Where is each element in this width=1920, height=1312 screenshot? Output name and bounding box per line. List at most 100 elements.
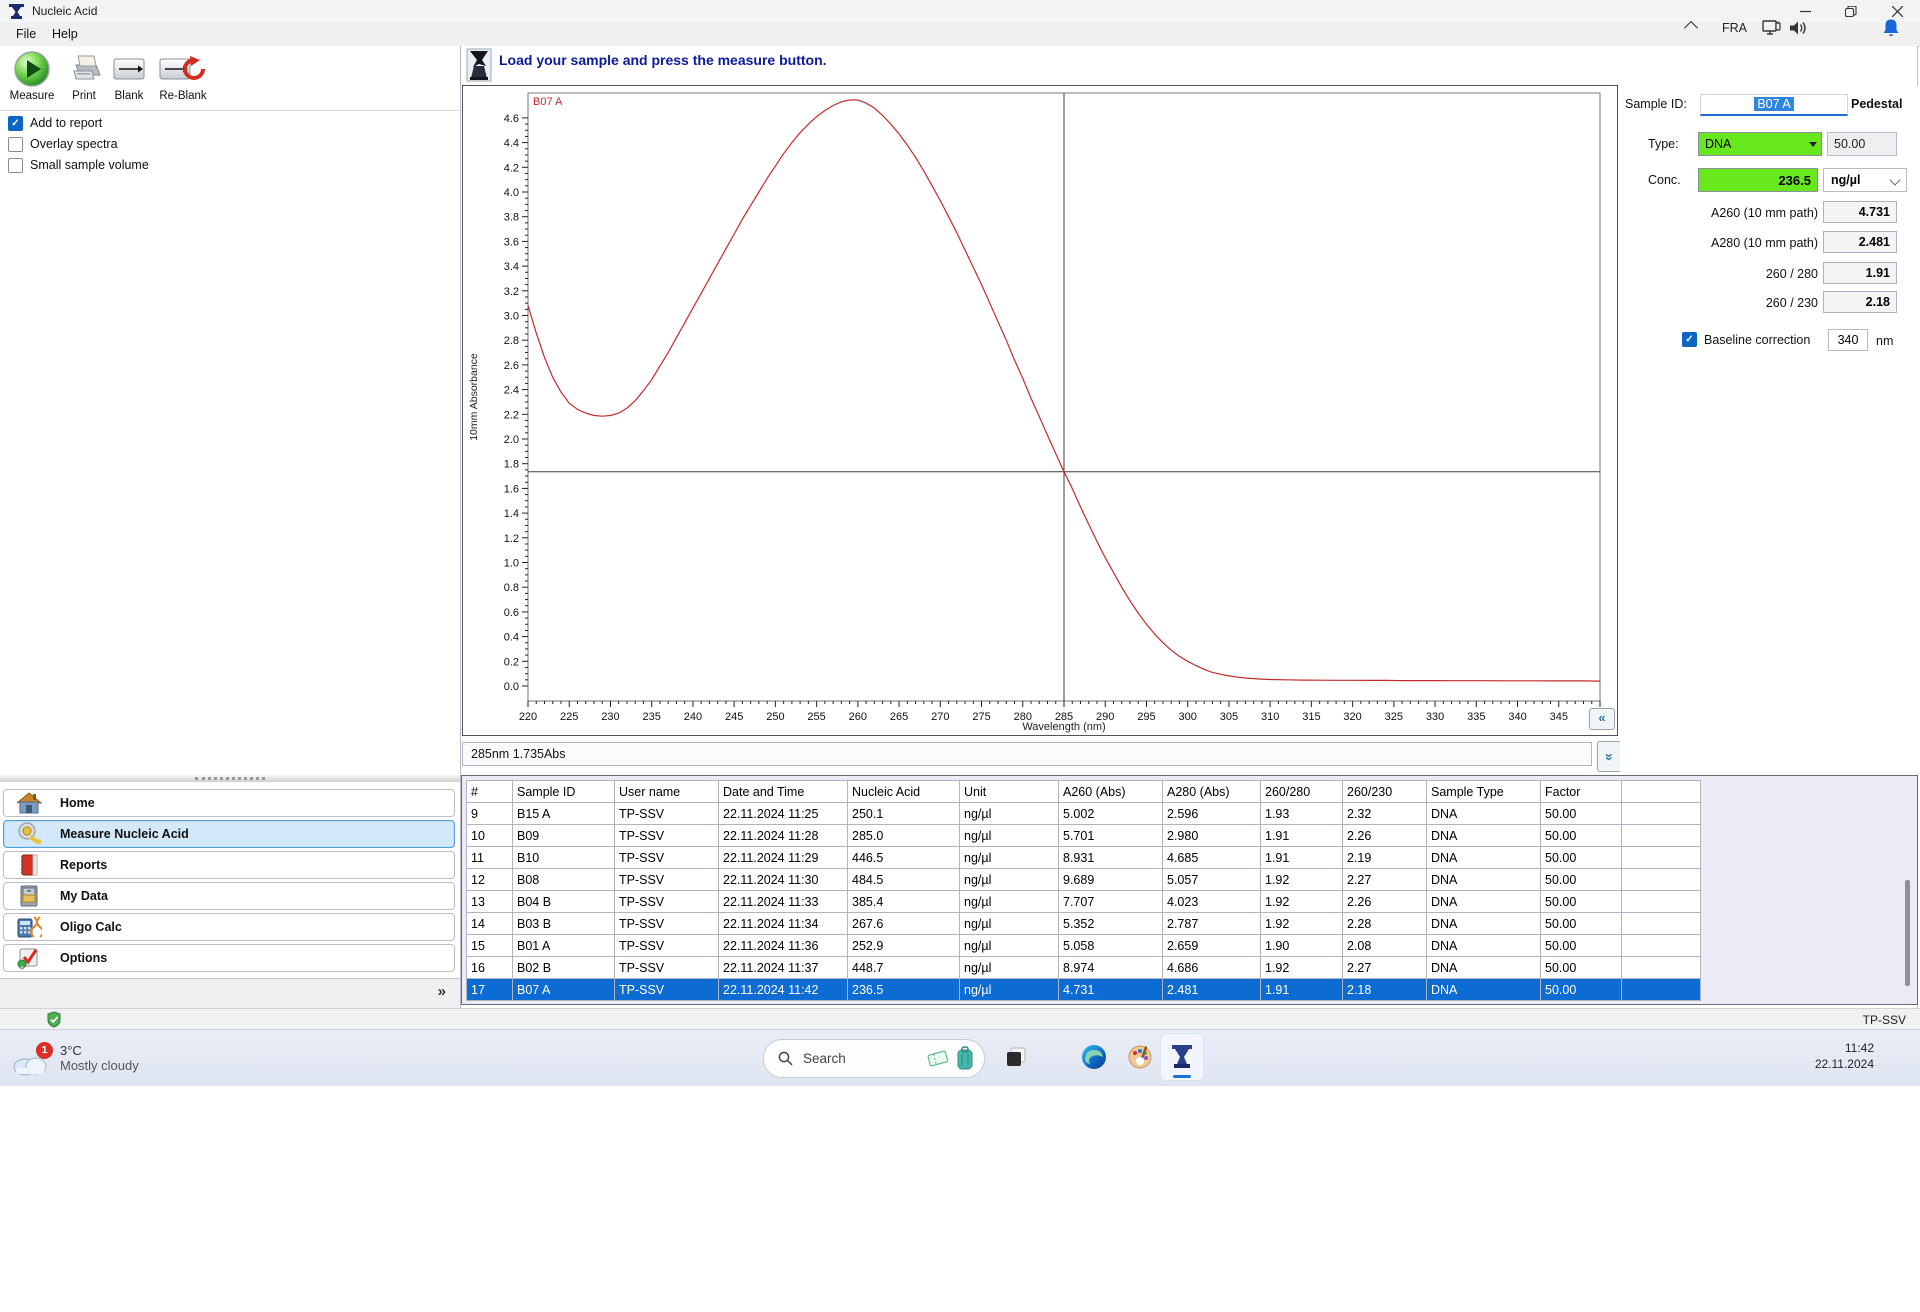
column-header[interactable]: A260 (Abs) — [1058, 780, 1163, 803]
table-row[interactable]: 12 B08 TP-SSV 22.11.2024 11:30 484.5 ng/µl 9.6… — [466, 868, 1701, 891]
spectrum-chart[interactable]: 220 225 230 235 240 245 250 255 260 265 270 275 280 2… — [462, 85, 1618, 736]
table-cell: 9.689 — [1058, 868, 1163, 891]
sidebar-item-oligo-calc[interactable]: Oligo Calc — [3, 913, 455, 941]
notification-center-button[interactable] — [1882, 0, 1900, 56]
svg-text:1.0: 1.0 — [504, 558, 519, 570]
spectrum-plot[interactable]: 220 225 230 235 240 245 250 255 260 265 270 275 280 2… — [463, 86, 1617, 735]
column-header[interactable]: Nucleic Acid — [847, 780, 960, 803]
nucleic-acid-app-button[interactable] — [1160, 1033, 1204, 1081]
blank-button[interactable]: Blank — [106, 49, 152, 102]
measure-button[interactable]: Measure — [4, 49, 60, 102]
table-cell: 50.00 — [1540, 868, 1622, 891]
column-header[interactable] — [1621, 780, 1701, 803]
baseline-correction-label: Baseline correction — [1704, 332, 1811, 347]
reblank-label: Re-Blank — [159, 90, 207, 102]
panel-splitter[interactable] — [0, 775, 460, 782]
window-titlebar: Nucleic Acid — [0, 0, 1920, 23]
sidebar-my-data-label: My Data — [60, 889, 108, 903]
table-row[interactable]: 11 B10 TP-SSV 22.11.2024 11:29 446.5 ng/µl 8.9… — [466, 846, 1701, 869]
menu-help[interactable]: Help — [46, 26, 84, 42]
restore-button[interactable] — [1828, 0, 1874, 23]
table-cell — [1621, 956, 1701, 979]
weather-widget[interactable]: 1 3°C Mostly cloudy — [10, 1030, 139, 1086]
unit-select[interactable]: ng/µl — [1823, 168, 1907, 192]
volume-button[interactable] — [1789, 0, 1809, 56]
network-button[interactable] — [1762, 0, 1782, 56]
measure-label: Measure — [9, 90, 55, 102]
edge-browser-button[interactable] — [1072, 1033, 1116, 1081]
table-cell: 50.00 — [1540, 978, 1622, 1001]
language-indicator[interactable]: FRA — [1722, 0, 1747, 56]
desktop: Nucleic Acid File Help Measure Print Bla… — [0, 0, 1920, 1312]
reblank-button[interactable]: Re-Blank — [152, 49, 214, 102]
chart-collapse-button[interactable]: « — [1589, 708, 1615, 730]
paint-app-button[interactable] — [1118, 1033, 1162, 1081]
table-cell: B03 B — [512, 912, 615, 935]
toolbar: Measure Print Blank Re-Blank — [0, 46, 460, 111]
table-cell: 2.787 — [1162, 912, 1261, 935]
column-header[interactable]: Unit — [959, 780, 1059, 803]
table-cell: 2.481 — [1162, 978, 1261, 1001]
svg-text:0.2: 0.2 — [504, 656, 519, 668]
search-box[interactable]: Search — [763, 1039, 985, 1078]
sidebar-item-measure-nucleic-acid[interactable]: Measure Nucleic Acid — [3, 820, 455, 848]
column-header[interactable]: 260/230 — [1342, 780, 1427, 803]
sidebar-expand-button[interactable]: » — [438, 983, 446, 1000]
table-row[interactable]: 10 B09 TP-SSV 22.11.2024 11:28 285.0 ng/µl 5.7… — [466, 824, 1701, 847]
baseline-correction-checkbox[interactable]: ✓ Baseline correction — [1682, 332, 1810, 347]
table-cell — [1621, 846, 1701, 869]
clock[interactable]: 11:42 22.11.2024 — [1815, 1040, 1874, 1072]
table-row[interactable]: 15 B01 A TP-SSV 22.11.2024 11:36 252.9 ng/µl 5… — [466, 934, 1701, 957]
ratio-260-280-value: 1.91 — [1823, 262, 1897, 284]
table-row[interactable]: 14 B03 B TP-SSV 22.11.2024 11:34 267.6 ng/µl 5… — [466, 912, 1701, 935]
type-select[interactable]: DNA — [1698, 132, 1822, 156]
measure-play-icon — [14, 51, 50, 87]
table-cell: 267.6 — [847, 912, 960, 935]
column-header[interactable]: Date and Time — [718, 780, 848, 803]
sidebar-reports-label: Reports — [60, 858, 108, 872]
table-cell: DNA — [1426, 890, 1541, 913]
column-header[interactable]: A280 (Abs) — [1162, 780, 1261, 803]
sidebar-item-home[interactable]: Home — [3, 789, 455, 817]
column-header[interactable]: 260/280 — [1260, 780, 1343, 803]
svg-text:245: 245 — [725, 711, 743, 723]
column-header[interactable]: Sample ID — [512, 780, 615, 803]
overlay-spectra-checkbox[interactable]: Overlay spectra — [8, 135, 118, 153]
table-row[interactable]: 17 B07 A TP-SSV 22.11.2024 11:42 236.5 ng/µl 4… — [466, 978, 1701, 1001]
factor-field[interactable]: 50.00 — [1827, 132, 1897, 156]
add-to-report-checkbox[interactable]: ✓ Add to report — [8, 114, 102, 132]
svg-text:340: 340 — [1508, 711, 1526, 723]
column-header[interactable]: User name — [614, 780, 719, 803]
column-header[interactable]: # — [466, 780, 513, 803]
sidebar-item-my-data[interactable]: My Data — [3, 882, 455, 910]
table-row[interactable]: 16 B02 B TP-SSV 22.11.2024 11:37 448.7 ng/µl 8… — [466, 956, 1701, 979]
svg-text:4.2: 4.2 — [504, 162, 519, 174]
svg-text:230: 230 — [601, 711, 619, 723]
sidebar-item-reports[interactable]: Reports — [3, 851, 455, 879]
blank-icon — [113, 58, 145, 80]
sidebar-item-options[interactable]: Options — [3, 944, 455, 972]
column-header[interactable]: Factor — [1540, 780, 1622, 803]
table-cell: B02 B — [512, 956, 615, 979]
results-table[interactable]: # Sample ID User name Date and Time Nucleic … — [466, 780, 1701, 1001]
results-scrollbar[interactable] — [1905, 880, 1910, 986]
sidebar-oligo-calc-label: Oligo Calc — [60, 920, 122, 934]
small-sample-volume-checkbox[interactable]: Small sample volume — [8, 156, 149, 174]
table-row[interactable]: 13 B04 B TP-SSV 22.11.2024 11:33 385.4 ng/µl 7… — [466, 890, 1701, 913]
table-row[interactable]: 9 B15 A TP-SSV 22.11.2024 11:25 250.1 ng/µl 5.… — [466, 802, 1701, 825]
sample-id-input[interactable]: B07 A — [1700, 94, 1848, 116]
security-shield-icon — [47, 1011, 61, 1028]
table-cell: 446.5 — [847, 846, 960, 869]
baseline-wavelength-field[interactable]: 340 — [1828, 329, 1868, 351]
print-button[interactable]: Print — [62, 49, 106, 102]
task-view-button[interactable] — [994, 1033, 1038, 1081]
add-to-report-label: Add to report — [30, 116, 103, 130]
table-cell: DNA — [1426, 868, 1541, 891]
table-expand-button[interactable]: » — [1597, 741, 1622, 772]
column-header[interactable]: Sample Type — [1426, 780, 1541, 803]
tray-expand-button[interactable] — [1683, 0, 1699, 56]
results-pane: # Sample ID User name Date and Time Nucleic … — [461, 775, 1918, 1005]
svg-text:270: 270 — [931, 711, 949, 723]
menu-file[interactable]: File — [10, 26, 42, 42]
svg-text:1.4: 1.4 — [504, 508, 519, 520]
